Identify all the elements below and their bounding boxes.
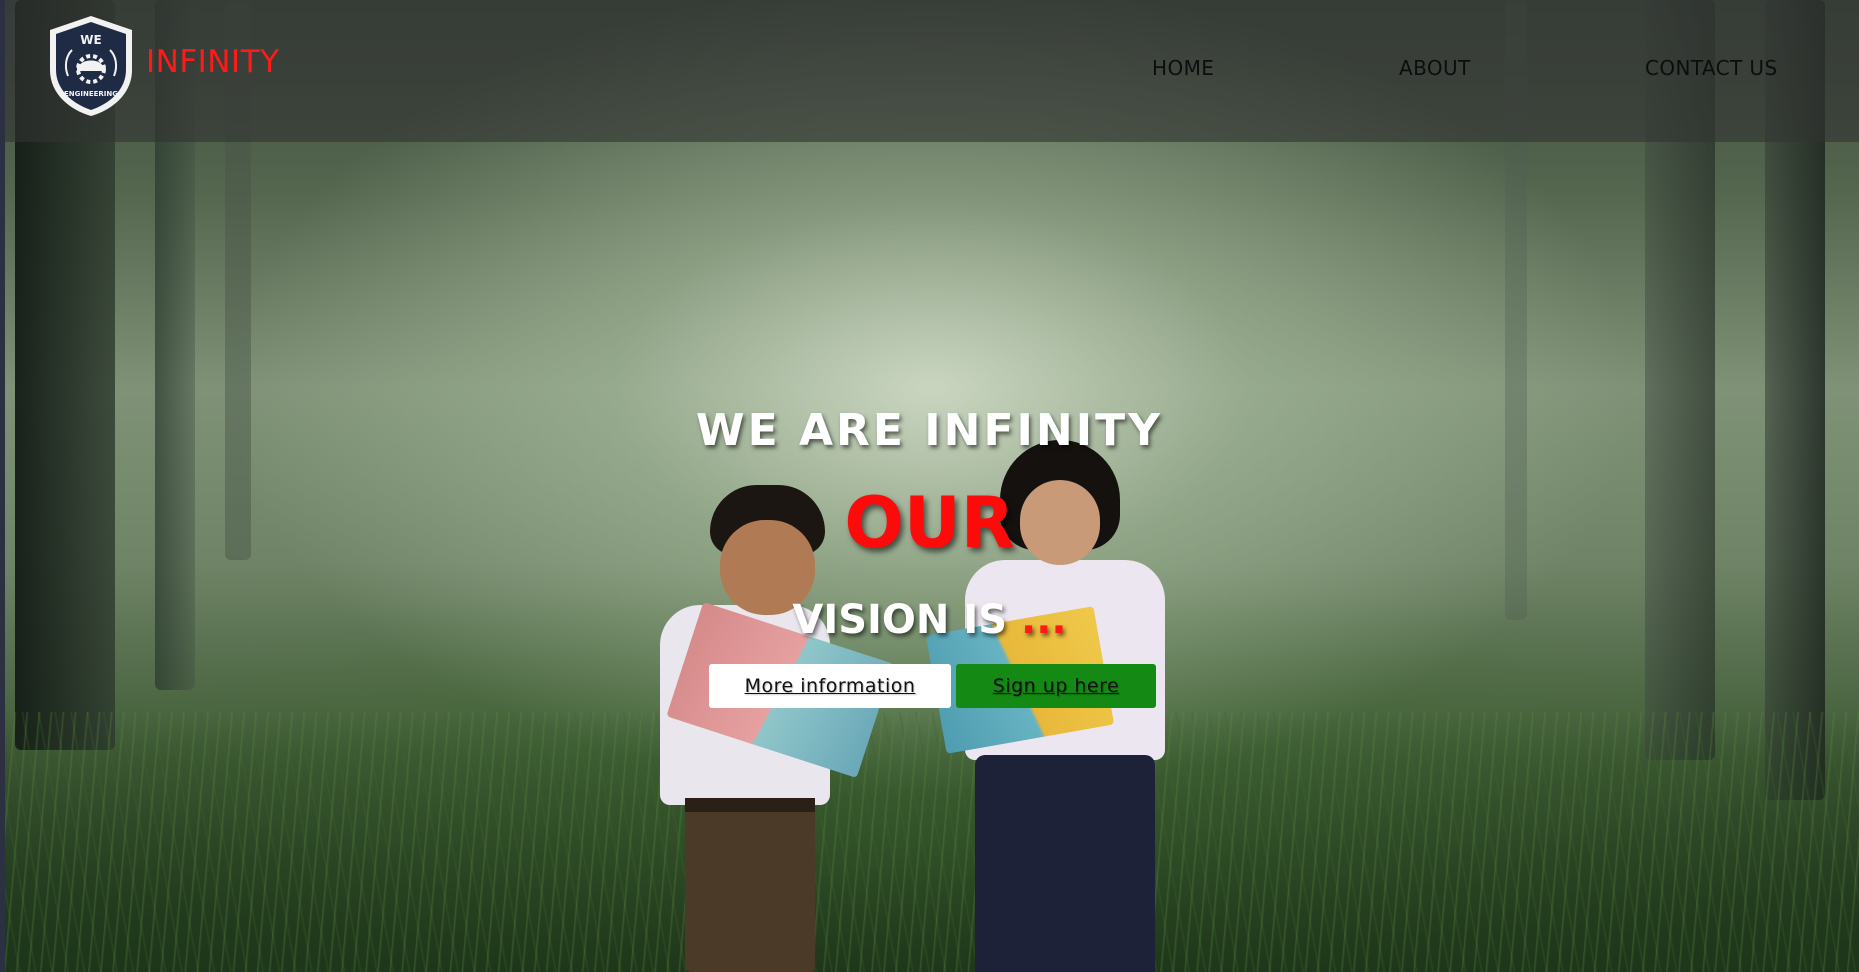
nav-about-link[interactable]: ABOUT	[1399, 56, 1471, 80]
hero-subtitle-text: VISION IS	[792, 597, 1008, 643]
nav-contact-link[interactable]: CONTACT US	[1645, 56, 1778, 80]
hero-subtitle: VISION IS...	[0, 597, 1859, 643]
grass-foreground	[5, 712, 1859, 972]
nav-home-link[interactable]: HOME	[1152, 56, 1214, 80]
svg-text:WE: WE	[80, 33, 101, 47]
top-navbar: WE ENGINEERING INFINITY HOME ABOUT CONTA…	[5, 0, 1859, 142]
hero-highlight: OUR	[844, 482, 1015, 564]
more-information-button[interactable]: More information	[709, 664, 951, 708]
brand-name[interactable]: INFINITY	[146, 44, 280, 80]
svg-text:ENGINEERING: ENGINEERING	[64, 90, 118, 98]
hero-title: WE ARE INFINITY	[696, 405, 1163, 456]
hero-subtitle-dots: ...	[1021, 597, 1067, 643]
sign-up-button[interactable]: Sign up here	[956, 664, 1156, 708]
shield-helmet-gear-logo-icon[interactable]: WE ENGINEERING	[46, 14, 136, 118]
